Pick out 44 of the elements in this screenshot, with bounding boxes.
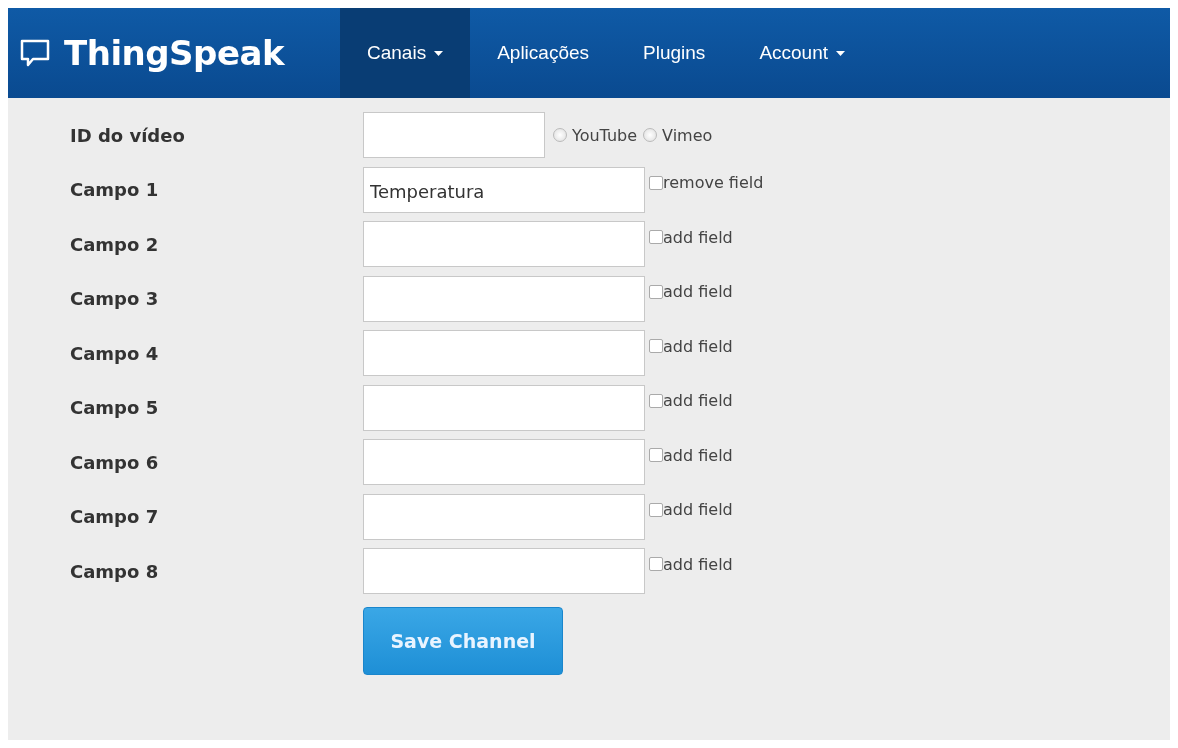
checkbox-label: add field [663,282,733,302]
nav-tab[interactable]: Canais [340,8,471,98]
field-label: Campo 4 [69,342,160,364]
video-id-field[interactable] [363,112,545,159]
checkbox[interactable] [649,284,663,299]
input-field[interactable] [363,221,645,268]
field-label: Campo 2 [69,233,160,255]
field-label: Campo 1 [69,179,160,201]
checkbox-label: add field [663,391,733,411]
radio-label: YouTube [572,125,638,145]
checkbox[interactable] [649,557,663,572]
input-field[interactable] [363,548,645,595]
nav-tab[interactable]: Aplicações [470,8,617,98]
input-field[interactable] [363,439,645,486]
checkbox-label: add field [663,445,733,465]
nav-tab[interactable]: Plugins [616,8,733,98]
checkbox[interactable] [649,230,663,245]
brand-name[interactable]: ThingSpeak [64,33,285,73]
checkbox[interactable] [649,393,663,408]
field-label: Campo 6 [69,451,160,473]
field-label: Campo 7 [69,506,160,528]
radio-button[interactable] [553,128,567,143]
radio-label: Vimeo [662,125,713,145]
input-field[interactable]: Temperatura [363,166,645,213]
checkbox-label: add field [663,336,733,356]
checkbox[interactable] [649,448,663,463]
checkbox[interactable] [649,339,663,354]
checkbox-label: add field [663,500,733,520]
checkbox[interactable] [649,502,663,517]
input-field[interactable] [363,330,645,377]
radio-button[interactable] [643,128,658,143]
input-field[interactable] [363,384,645,431]
field-label: Campo 5 [69,397,160,419]
field-label: Campo 8 [69,560,160,582]
checkbox-label: remove field [663,173,764,193]
nav-tab[interactable]: Account [732,8,873,98]
input-field[interactable] [363,493,645,540]
checkbox-label: add field [663,227,733,247]
field-label: Campo 3 [69,288,160,310]
checkbox-label: add field [663,554,733,574]
input-field[interactable] [363,275,645,322]
speech-bubble-icon [20,39,50,67]
field-label: ID do vídeo [69,124,186,146]
checkbox[interactable] [649,175,663,190]
